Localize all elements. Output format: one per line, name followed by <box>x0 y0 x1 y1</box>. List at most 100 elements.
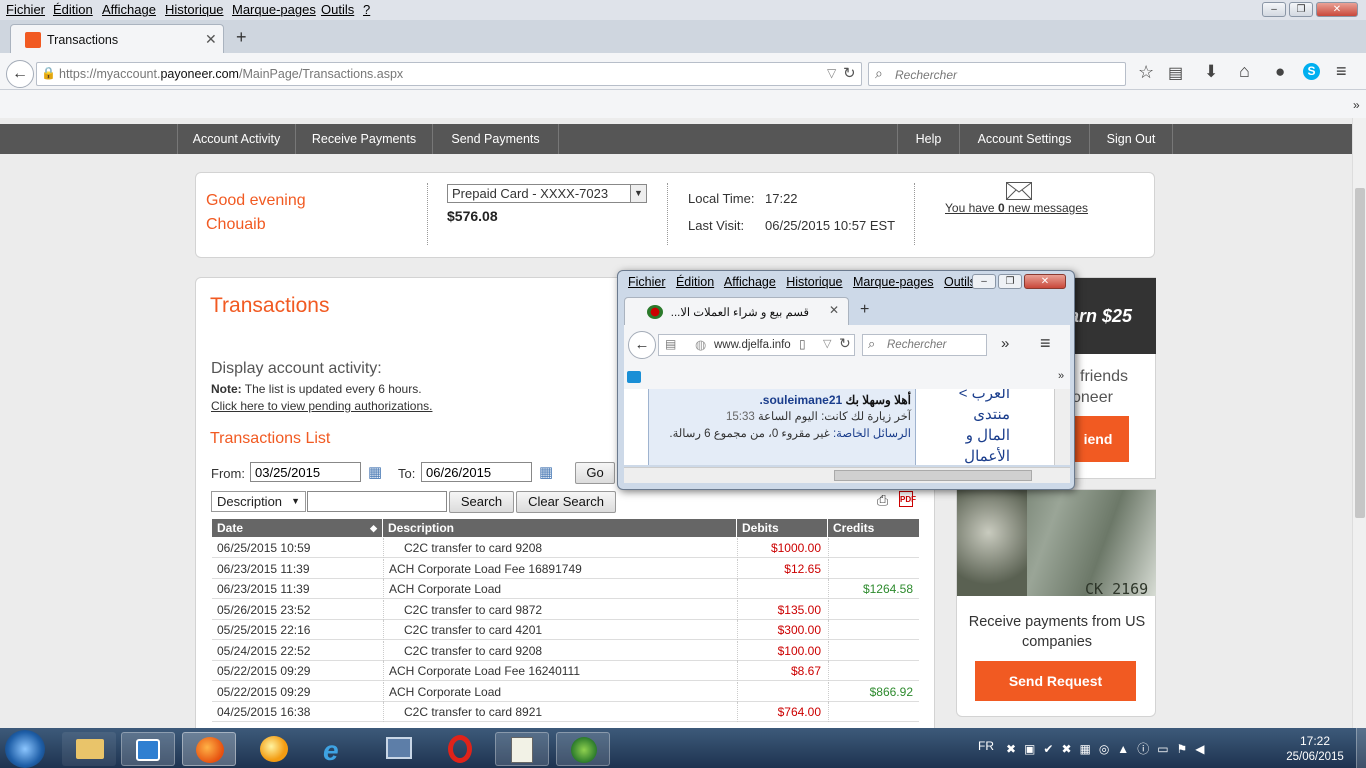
start-button[interactable] <box>5 730 45 768</box>
search-box[interactable]: ⌕ Rechercher <box>868 62 1126 86</box>
search-input[interactable] <box>307 491 447 512</box>
menu-historique[interactable]: Historique <box>165 2 224 17</box>
opera-taskbar-icon[interactable] <box>433 732 487 766</box>
popup-menu-historique[interactable]: Historique <box>786 275 842 289</box>
nav-sign-out[interactable]: Sign Out <box>1089 124 1173 154</box>
reader-icon[interactable]: ▯ <box>799 337 806 351</box>
go-button[interactable]: Go <box>575 462 615 484</box>
reload-icon[interactable]: ↻ <box>843 64 856 82</box>
popup-minimize-icon[interactable]: – <box>972 274 996 289</box>
secondary-browser-window[interactable]: Fichier Édition Affichage Historique Mar… <box>617 270 1075 490</box>
popup-close-icon[interactable]: ✕ <box>1024 274 1066 289</box>
explorer-taskbar-icon[interactable] <box>62 732 116 766</box>
menu-affichage[interactable]: Affichage <box>102 2 156 17</box>
url-bar[interactable]: 🔒 https://myaccount.payoneer.com/MainPag… <box>36 62 862 86</box>
popup-menu-affichage[interactable]: Affichage <box>724 275 776 289</box>
menu-edition[interactable]: Édition <box>53 2 93 17</box>
nav-receive-payments[interactable]: Receive Payments <box>295 124 432 154</box>
new-tab-button[interactable]: + <box>236 27 247 48</box>
firefox-taskbar-icon[interactable] <box>182 732 236 766</box>
popup-overflow-icon[interactable]: » <box>1001 335 1009 352</box>
home-icon[interactable]: ⌂ <box>1239 61 1250 82</box>
filter-select[interactable]: Description ▼ <box>211 491 306 512</box>
popup-new-tab-button[interactable]: + <box>860 301 869 319</box>
minimize-icon[interactable]: – <box>1262 2 1286 17</box>
video-icon[interactable] <box>627 371 641 383</box>
popup-scroll-thumb[interactable] <box>834 470 1032 481</box>
popup-search-box[interactable]: ⌕ Rechercher <box>862 334 987 356</box>
popup-tab[interactable]: قسم بيع و شراء العملات الا... ✕ <box>624 297 849 325</box>
column-divider <box>828 661 829 681</box>
bookmark-star-icon[interactable]: ☆ <box>1138 62 1154 83</box>
chat-icon[interactable]: ● <box>1275 62 1285 82</box>
close-window-icon[interactable]: ✕ <box>1316 2 1358 17</box>
download-manager-taskbar-icon[interactable] <box>556 732 610 766</box>
cell-date: 06/23/2015 11:39 <box>217 582 310 596</box>
menu-marque-pages[interactable]: Marque-pages <box>232 2 316 17</box>
popup-vertical-scrollbar[interactable] <box>1054 389 1070 465</box>
media-taskbar-icon[interactable] <box>121 732 175 766</box>
bookmarks-list-icon[interactable]: ▤ <box>1168 63 1183 83</box>
send-request-button[interactable]: Send Request <box>975 661 1136 701</box>
vertical-scrollbar[interactable] <box>1352 118 1366 728</box>
popup-reload-icon[interactable]: ↻ <box>839 335 851 352</box>
language-indicator[interactable]: FR <box>978 739 994 753</box>
menu-fichier[interactable]: Fichier <box>6 2 45 17</box>
calendar-icon[interactable]: ▦ <box>368 463 382 481</box>
nav-send-payments[interactable]: Send Payments <box>432 124 559 154</box>
from-date-input[interactable] <box>250 462 361 482</box>
popup-horizontal-scrollbar[interactable] <box>624 467 1070 483</box>
tab-close-icon[interactable]: ✕ <box>205 31 217 48</box>
network-taskbar-icon[interactable] <box>372 732 426 766</box>
print-icon[interactable]: ⎙ <box>877 492 888 509</box>
popup-url-text: www.djelfa.info <box>714 339 791 351</box>
clock-date[interactable]: 25/06/2015 <box>1276 751 1354 763</box>
editor-taskbar-icon[interactable] <box>495 732 549 766</box>
search-button[interactable]: Search <box>449 491 514 513</box>
back-button[interactable]: ← <box>6 60 34 88</box>
chat-app-taskbar-icon[interactable] <box>248 732 302 766</box>
popup-dropdown-icon[interactable]: ▽ <box>823 337 831 350</box>
nav-account-settings[interactable]: Account Settings <box>959 124 1089 154</box>
to-date-input[interactable] <box>421 462 532 482</box>
popup-tab-close-icon[interactable]: ✕ <box>829 303 839 317</box>
nav-account-activity[interactable]: Account Activity <box>177 124 295 154</box>
tab-transactions[interactable]: Transactions ✕ <box>10 24 224 54</box>
scrollbar-thumb[interactable] <box>1355 188 1365 518</box>
skype-icon[interactable]: S <box>1303 63 1320 80</box>
show-desktop-button[interactable] <box>1356 728 1366 768</box>
messages-link[interactable]: You have 0 new messages <box>945 201 1088 215</box>
hamburger-menu-icon[interactable]: ≡ <box>1336 61 1347 82</box>
system-tray-icons[interactable]: ✖▣✔✖▦◎▲ⓘ▭⚑◀ <box>1006 740 1246 756</box>
cell-date: 06/23/2015 11:39 <box>217 561 310 576</box>
column-header-date[interactable]: Date ◆ <box>212 519 382 537</box>
envelope-icon[interactable] <box>1006 182 1032 200</box>
sort-icon[interactable]: ◆ <box>370 519 377 537</box>
forum-side-links[interactable]: العرب > منتدى المال و الأعمال <box>920 389 1010 465</box>
nav-help[interactable]: Help <box>897 124 959 154</box>
popup-bookmarks-overflow-icon[interactable]: » <box>1058 370 1064 382</box>
popup-back-button[interactable]: ← <box>628 331 656 359</box>
search-placeholder: Rechercher <box>895 68 958 82</box>
ie-taskbar-icon[interactable]: e <box>309 732 363 766</box>
clear-search-button[interactable]: Clear Search <box>516 491 616 513</box>
calendar-icon[interactable]: ▦ <box>539 463 553 481</box>
popup-menu-fichier[interactable]: Fichier <box>628 275 666 289</box>
dropdown-arrow-icon[interactable]: ▽ <box>827 66 836 80</box>
card-select[interactable]: Prepaid Card - XXXX-7023 ▼ <box>447 184 647 203</box>
bookmarks-overflow-icon[interactable]: » <box>1353 98 1360 112</box>
menu-outils[interactable]: Outils <box>321 2 354 17</box>
popup-menu-marque-pages[interactable]: Marque-pages <box>853 275 934 289</box>
download-icon[interactable]: ⬇ <box>1204 62 1218 82</box>
menu-help[interactable]: ? <box>363 2 370 17</box>
clock-time[interactable]: 17:22 <box>1282 734 1348 748</box>
pending-authorizations-link[interactable]: Click here to view pending authorization… <box>211 399 432 413</box>
popup-hamburger-icon[interactable]: ≡ <box>1040 333 1051 354</box>
refer-friend-button[interactable]: iend <box>1067 416 1129 462</box>
popup-url-bar[interactable]: ▤ ◍ www.djelfa.info ▯ ▽ ↻ <box>658 334 855 356</box>
popup-menu-edition[interactable]: Édition <box>676 275 714 289</box>
popup-maximize-icon[interactable]: ❐ <box>998 274 1022 289</box>
pdf-icon[interactable]: PDF <box>899 491 916 507</box>
column-divider <box>737 702 738 722</box>
maximize-icon[interactable]: ❐ <box>1289 2 1313 17</box>
